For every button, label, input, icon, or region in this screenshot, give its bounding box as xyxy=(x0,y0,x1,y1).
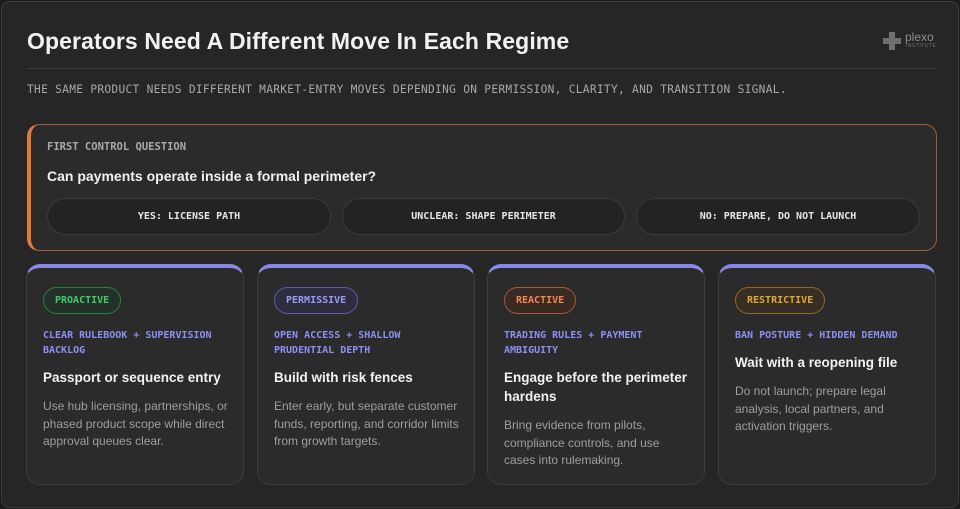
logo-subtext: INSTITUTE xyxy=(906,43,937,49)
control-label: FIRST CONTROL QUESTION xyxy=(47,141,187,153)
plexo-logo: plexo INSTITUTE xyxy=(883,30,943,52)
regime-card-proactive: PROACTIVE CLEAR RULEBOOK + SUPERVISION B… xyxy=(26,264,244,485)
regime-badge: PERMISSIVE xyxy=(274,287,359,314)
page-subtitle: THE SAME PRODUCT NEEDS DIFFERENT MARKET-… xyxy=(27,83,787,96)
page-title: Operators Need A Different Move In Each … xyxy=(27,28,570,54)
option-unclear-pill: UNCLEAR: SHAPE PERIMETER xyxy=(342,198,625,235)
option-yes-pill: YES: LICENSE PATH xyxy=(47,198,331,235)
regime-heading: Wait with a reopening file xyxy=(735,355,898,370)
regime-badge: RESTRICTIVE xyxy=(735,287,826,314)
regime-body: Use hub licensing, partnerships, or phas… xyxy=(43,399,228,448)
regime-tag: CLEAR RULEBOOK + SUPERVISION BACKLOG xyxy=(43,330,212,356)
control-question: Can payments operate inside a formal per… xyxy=(47,168,377,184)
regime-card-reactive: REACTIVE TRADING RULES + PAYMENT AMBIGUI… xyxy=(487,264,705,485)
regime-badge: REACTIVE xyxy=(504,287,577,314)
logo-wordmark: plexo xyxy=(905,30,934,44)
regime-tag: TRADING RULES + PAYMENT AMBIGUITY xyxy=(504,330,643,356)
infographic-frame: Operators Need A Different Move In Each … xyxy=(1,1,959,508)
regime-body: Enter early, but separate customer funds… xyxy=(274,399,459,448)
regime-badge: PROACTIVE xyxy=(43,287,122,314)
option-no-pill: NO: PREPARE, DO NOT LAUNCH xyxy=(636,198,920,235)
regime-card-restrictive: RESTRICTIVE BAN POSTURE + HIDDEN DEMAND … xyxy=(718,264,936,485)
regime-card-permissive: PERMISSIVE OPEN ACCESS + SHALLOW PRUDENT… xyxy=(257,264,475,485)
regime-body: Do not launch; prepare legal analysis, l… xyxy=(735,384,886,433)
control-question-panel: FIRST CONTROL QUESTION Can payments oper… xyxy=(27,124,937,251)
regime-heading: Passport or sequence entry xyxy=(43,370,221,385)
regime-heading: Build with risk fences xyxy=(274,370,413,385)
regime-tag: OPEN ACCESS + SHALLOW PRUDENTIAL DEPTH xyxy=(274,330,401,356)
plus-logo-icon xyxy=(883,32,901,50)
regime-body: Bring evidence from pilots, compliance c… xyxy=(504,418,660,467)
regime-heading: Engage before the perimeter hardens xyxy=(504,370,688,404)
regime-tag: BAN POSTURE + HIDDEN DEMAND xyxy=(735,330,898,341)
title-divider xyxy=(27,68,937,69)
